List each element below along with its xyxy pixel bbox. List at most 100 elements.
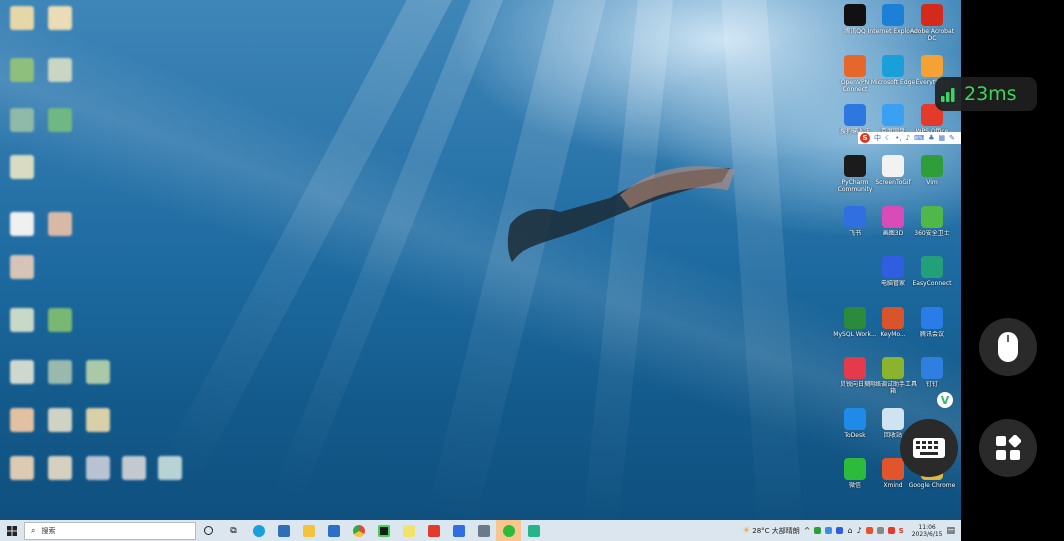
taskbar-calculator-icon[interactable] (471, 520, 496, 541)
recycle-bin-icon (882, 408, 904, 430)
desktop-icon-label: 腾讯会议 (919, 331, 944, 338)
desktop-icon-label: 360安全卫士 (914, 230, 950, 237)
openvpn-icon (844, 55, 866, 77)
easyconnect-icon (921, 256, 943, 278)
latency-value: 23ms (964, 83, 1017, 105)
ime-mic-icon[interactable]: ♪ (906, 134, 910, 142)
apps-grid-icon (996, 435, 1021, 460)
tray-app-icon[interactable] (876, 527, 884, 534)
ime-punct-icon[interactable]: •, (895, 134, 901, 142)
sogou-ime-icon[interactable]: S (860, 133, 870, 143)
edge-icon (882, 55, 904, 77)
taskbar-pycharm-icon[interactable] (371, 520, 396, 541)
taskbar-wechat-icon[interactable] (496, 520, 521, 541)
paint-icon (882, 206, 904, 228)
volume-icon[interactable]: ♪ (857, 526, 862, 535)
key-icon (882, 307, 904, 329)
desktop-icon-vim[interactable]: Vim (909, 155, 955, 201)
tray-app-icon[interactable] (865, 527, 873, 534)
taskbar-mail-icon[interactable] (321, 520, 346, 541)
screentogif-icon (882, 155, 904, 177)
cortana-circle-icon (204, 526, 213, 535)
ime-keyboard-icon[interactable]: ⌨ (914, 134, 924, 142)
taskbar-explorer-icon[interactable] (296, 520, 321, 541)
sogou-icon (844, 104, 866, 126)
taskbar-store-icon[interactable] (271, 520, 296, 541)
signal-bars-icon (941, 88, 955, 102)
search-app-icon (921, 55, 943, 77)
desktop-icon-label: Adobe Acrobat DC (909, 28, 955, 42)
ime-s-icon[interactable]: S (899, 527, 904, 535)
desktop-icon-security[interactable]: 360安全卫士 (909, 206, 955, 252)
mouse-icon (998, 332, 1018, 362)
taskbar-search-input[interactable]: ⌕ 搜索 (24, 521, 196, 540)
desktop-icon-label: Vim (926, 179, 938, 186)
todesk-icon (844, 408, 866, 430)
wechat-icon (844, 458, 866, 480)
qq-penguin-icon (844, 4, 866, 26)
system-tray: ☀ 28°C 大部晴朗 ^ ⌂ ♪ S 11:06 2023/6/15 ▤ (742, 524, 961, 538)
task-view-button[interactable] (196, 520, 221, 541)
diver-silhouette (507, 166, 735, 262)
taskbar-app-icon[interactable] (446, 520, 471, 541)
desktop-icon-label: Google Chrome (908, 482, 956, 489)
vue-icon: V (937, 392, 953, 408)
vim-icon (921, 155, 943, 177)
ime-toolbar[interactable]: S 中 ☾ •, ♪ ⌨ ♣ ▦ ✎ (858, 132, 961, 144)
weather-widget[interactable]: ☀ 28°C 大部晴朗 (742, 526, 800, 536)
ime-moon-icon[interactable]: ☾ (885, 134, 891, 142)
security-icon (921, 206, 943, 228)
task-view-icon[interactable]: ⧉ (221, 520, 246, 541)
ime-wrench-icon[interactable]: ✎ (949, 134, 955, 142)
shield-icon (882, 256, 904, 278)
keyboard-icon (913, 438, 945, 458)
acrobat-icon (921, 4, 943, 26)
ime-grid-icon[interactable]: ▦ (939, 134, 946, 142)
keyboard-button[interactable] (900, 419, 958, 477)
feishu-icon (844, 206, 866, 228)
clock-time: 11:06 (918, 523, 936, 531)
remote-desktop-wallpaper[interactable]: 腾讯QQ Internet Explorer Adobe Acrobat DC Ope… (0, 0, 961, 541)
sun-icon: ☀ (742, 525, 751, 536)
chevron-up-icon[interactable]: ^ (804, 526, 811, 535)
dingtalk-icon (921, 357, 943, 379)
start-button[interactable] (0, 520, 24, 541)
network-icon[interactable]: ⌂ (847, 526, 852, 535)
tray-app-icon[interactable] (887, 527, 895, 534)
apps-menu-button[interactable] (979, 419, 1037, 477)
pycharm-icon (844, 155, 866, 177)
desktop-icon-label: 钉钉 (925, 381, 938, 388)
tray-shield-icon[interactable] (836, 527, 844, 534)
taskbar-wps-icon[interactable] (421, 520, 446, 541)
clock-date: 2023/6/15 (911, 530, 943, 538)
meeting-icon (921, 307, 943, 329)
taskbar-edge-icon[interactable] (246, 520, 271, 541)
tray-app-icon[interactable] (825, 527, 833, 534)
latency-indicator: 23ms (935, 77, 1037, 111)
cloud-icon (882, 104, 904, 126)
desktop-icon-acrobat[interactable]: Adobe Acrobat DC (909, 4, 955, 50)
weather-text: 28°C 大部晴朗 (752, 526, 800, 535)
mouse-mode-button[interactable] (979, 318, 1037, 376)
tray-app-icon[interactable] (814, 527, 822, 534)
remote-icon (844, 357, 866, 379)
xmind-icon (882, 458, 904, 480)
taskbar-notes-icon[interactable] (396, 520, 421, 541)
taskbar-chrome-icon[interactable] (346, 520, 371, 541)
search-icon: ⌕ (31, 525, 36, 535)
desktop-icon-label: EasyConnect (912, 280, 952, 287)
windows-taskbar: ⌕ 搜索 ⧉ ☀ 28°C 大部晴朗 ^ ⌂ ♪ S 11:06 2023/6/… (0, 520, 961, 541)
taskbar-remote-icon[interactable] (521, 520, 546, 541)
windows-logo-icon (7, 525, 17, 536)
desktop-icon-easyconnect[interactable]: EasyConnect (909, 256, 955, 302)
ime-shirt-icon[interactable]: ♣ (928, 134, 934, 142)
tools-icon (882, 357, 904, 379)
taskbar-clock[interactable]: 11:06 2023/6/15 (912, 524, 943, 538)
desktop-icon-tencentmeeting[interactable]: 腾讯会议 (909, 307, 955, 353)
search-placeholder: 搜索 (41, 526, 56, 535)
ie-icon (882, 4, 904, 26)
light-ray (720, 0, 805, 541)
db-icon (844, 307, 866, 329)
notification-icon[interactable]: ▤ (946, 526, 955, 536)
ime-chinese-icon[interactable]: 中 (874, 133, 881, 143)
